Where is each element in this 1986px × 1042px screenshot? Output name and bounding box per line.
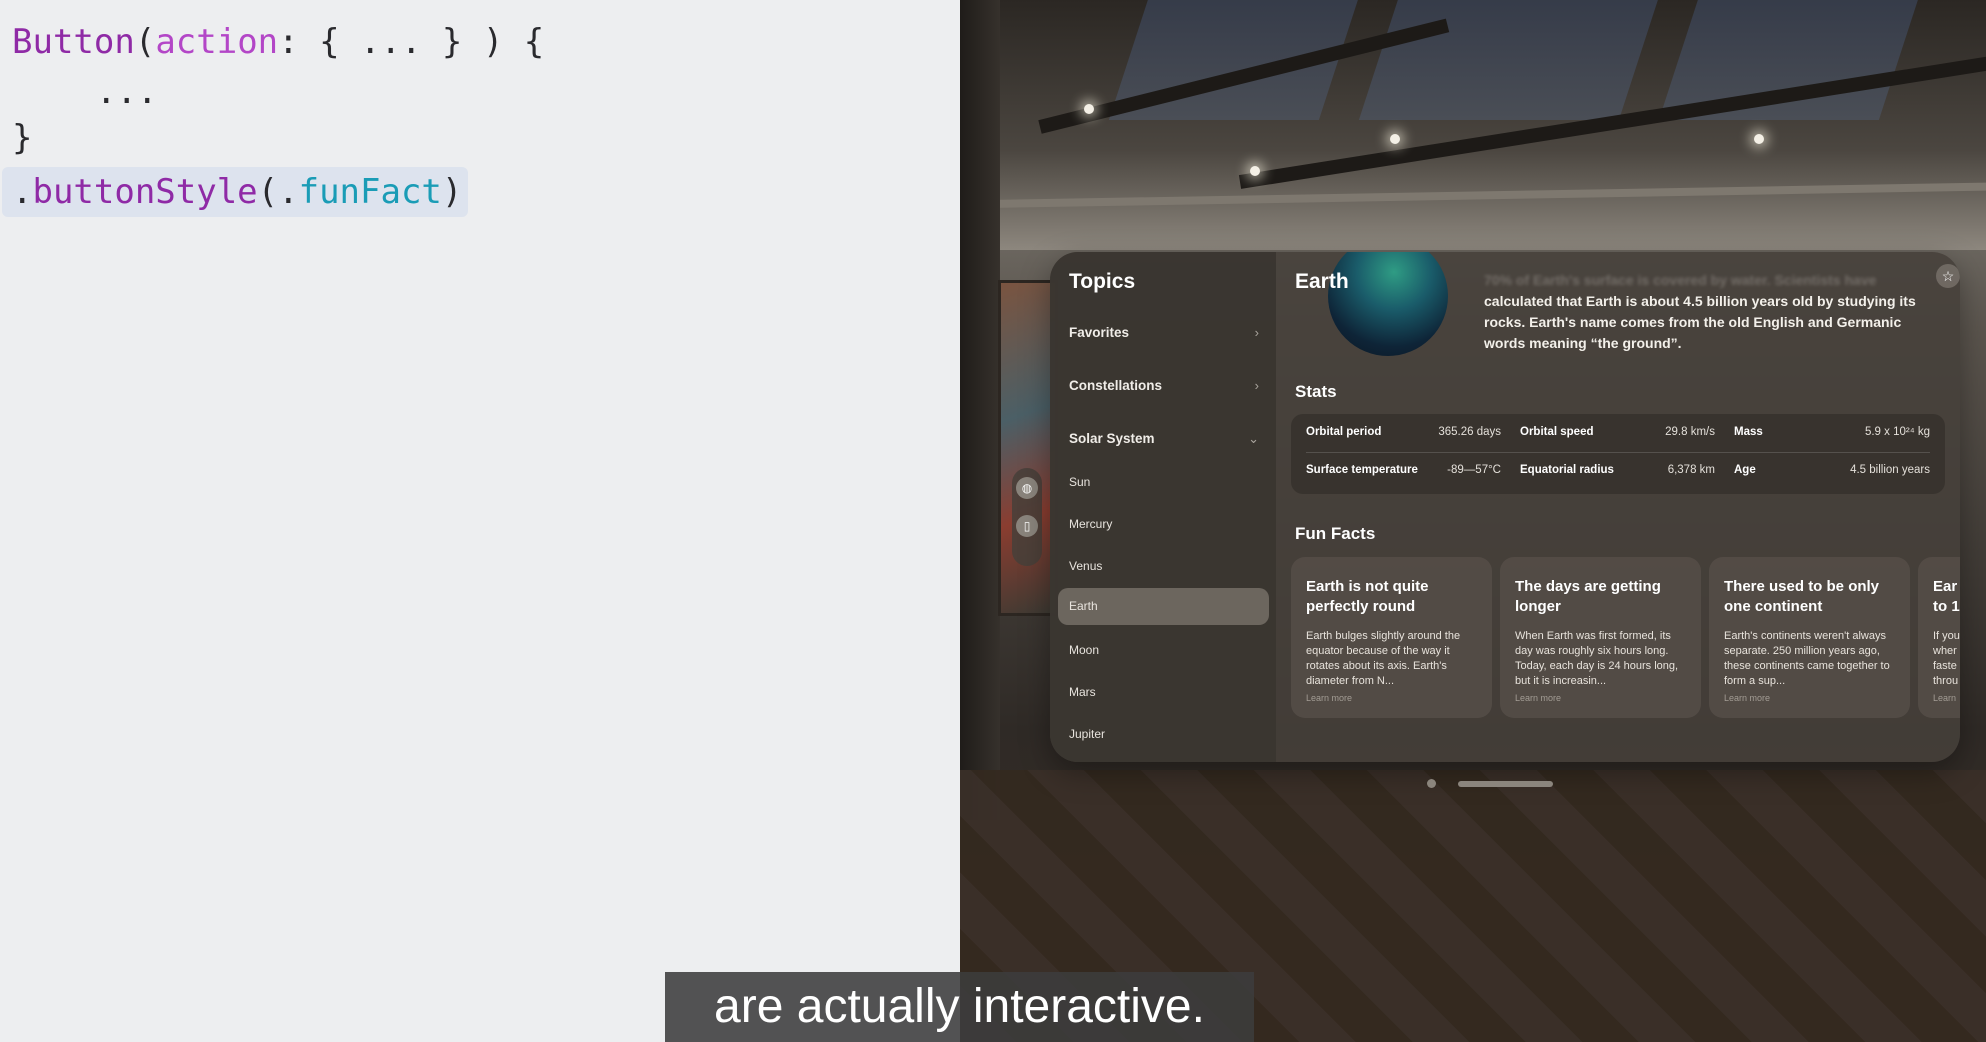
sidebar: Topics Favorites › Constellations › Sola… [1050,252,1276,762]
sidebar-section-label: Constellations [1069,378,1163,393]
sidebar-section-label: Solar System [1069,431,1155,446]
detail-pane: Earth 70% of Earth's surface is covered … [1276,252,1960,762]
stat-label: Mass [1734,426,1763,438]
star-icon[interactable]: ☆ [1936,264,1960,288]
stat-label: Equatorial radius [1520,464,1614,476]
skylight [1358,0,1662,120]
stats-divider [1306,452,1930,453]
window-grab-bar[interactable] [1458,781,1553,787]
sidebar-section-solar-system[interactable]: Solar System ⌄ [1069,431,1259,446]
fun-fact-title: Earth is not quite perfectly round [1306,578,1429,615]
code-param-token: action [155,22,279,62]
chevron-right-icon: › [1254,378,1259,393]
code-dot-token: . [12,172,33,212]
fun-facts-heading: Fun Facts [1295,524,1376,543]
ceiling-light [1084,104,1094,114]
sidebar-section-label: Favorites [1069,325,1130,340]
learn-more-link[interactable]: Learn more [1724,693,1770,703]
detail-description: 70% of Earth's surface is covered by wat… [1484,270,1938,354]
code-line-button: Button(action: { ... } ) { [12,22,544,62]
sidebar-item-mars[interactable]: Mars [1058,674,1269,711]
window-page-dot [1427,779,1436,788]
learn-more-link[interactable]: Learn more [1306,693,1352,703]
sidebar-item-mercury[interactable]: Mercury [1058,506,1269,543]
globe-icon[interactable]: ◍ [1016,477,1038,499]
app-window: Topics Favorites › Constellations › Sola… [1050,252,1960,762]
fun-fact-card[interactable]: The days are getting longer When Earth w… [1500,557,1701,718]
fun-fact-body: If you wher faste throu [1933,630,1960,687]
sidebar-item-earth[interactable]: Earth [1058,588,1269,625]
stat-label: Orbital speed [1520,426,1594,438]
stat-value: 4.5 billion years [1850,464,1930,476]
stat-value: 365.26 days [1438,426,1501,438]
stat-label: Orbital period [1306,426,1382,438]
sidebar-section-constellations[interactable]: Constellations › [1069,378,1259,393]
fun-fact-title: There used to be only one continent [1724,578,1880,615]
fun-fact-card[interactable]: Ear to 1 If you wher faste throu Learn [1918,557,1960,718]
sidebar-title: Topics [1069,270,1136,293]
sidebar-item-sun[interactable]: Sun [1058,464,1269,501]
fun-fact-title: Ear to 1 [1933,578,1960,615]
code-line-close: } [12,118,33,158]
ceiling-light [1250,166,1260,176]
chevron-right-icon: › [1254,325,1259,340]
fun-fact-title: The days are getting longer [1515,578,1661,615]
description-text: calculated that Earth is about 4.5 billi… [1484,293,1916,351]
video-caption: are actually interactive. [665,972,1254,1042]
stat-value: -89—57°C [1447,464,1501,476]
fun-fact-body: Earth bulges slightly around the equator… [1306,630,1461,687]
description-faded-line: 70% of Earth's surface is covered by wat… [1484,272,1877,288]
fun-fact-body: When Earth was first formed, its day was… [1515,630,1679,687]
code-type-token: Button [12,22,135,62]
stat-label: Age [1734,464,1756,476]
code-line-buttonstyle: .buttonStyle(.funFact) [12,172,462,212]
chevron-down-icon: ⌄ [1248,431,1259,446]
book-icon[interactable]: ▯ [1016,515,1038,537]
sidebar-item-jupiter[interactable]: Jupiter [1058,716,1269,753]
fun-fact-card[interactable]: There used to be only one continent Eart… [1709,557,1910,718]
code-paren-token: ) [441,172,463,212]
stats-table: Orbital period 365.26 days Orbital speed… [1291,414,1945,494]
detail-title: Earth [1295,270,1349,293]
learn-more-link[interactable]: Learn more [1515,693,1561,703]
stat-value: 5.9 x 10²⁴ kg [1864,426,1930,438]
ornament-toolbar: ◍ ▯ [1012,468,1042,566]
gallery-wall [960,0,1000,820]
sidebar-item-moon[interactable]: Moon [1058,632,1269,669]
learn-more-link[interactable]: Learn [1933,693,1956,703]
ceiling-light [1390,134,1400,144]
code-method-token: buttonStyle [32,172,258,212]
fun-fact-card[interactable]: Earth is not quite perfectly round Earth… [1291,557,1492,718]
code-rest-token: : { ... } ) { [278,22,545,62]
fun-fact-body: Earth's continents weren't always separa… [1724,630,1890,687]
earth-globe-image [1328,252,1448,356]
code-paren-token: (. [257,172,299,212]
ceiling-light [1754,134,1764,144]
stats-heading: Stats [1295,382,1337,401]
sidebar-section-favorites[interactable]: Favorites › [1069,325,1259,340]
code-member-token: funFact [298,172,442,212]
stat-value: 6,378 km [1667,464,1715,476]
code-panel: Button(action: { ... } ) { ... } .button… [0,0,960,1042]
stat-value: 29.8 km/s [1665,426,1715,438]
code-line-body: ... [96,72,158,112]
sidebar-item-venus[interactable]: Venus [1058,548,1269,585]
code-paren-token: ( [134,22,156,62]
